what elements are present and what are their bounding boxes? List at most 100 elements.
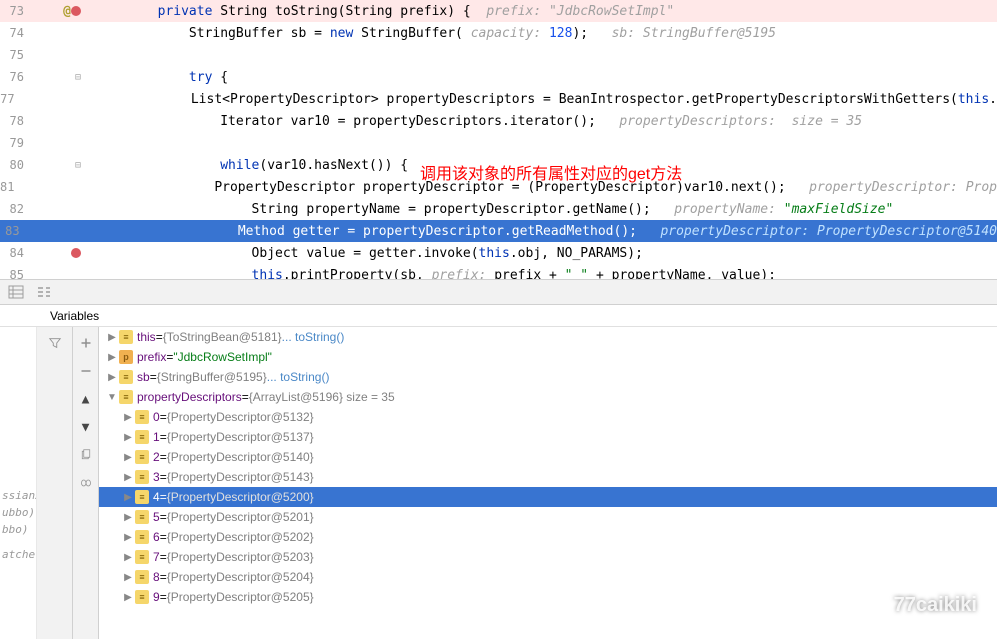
expander-icon[interactable]: ▶ <box>105 332 119 343</box>
variable-name: this <box>137 330 156 344</box>
code-content[interactable]: Object value = getter.invoke(this.obj, N… <box>85 246 997 261</box>
variable-value: {PropertyDescriptor@5205} <box>167 590 314 604</box>
variable-name: 8 <box>153 570 160 584</box>
code-line[interactable]: 83 Method getter = propertyDescriptor.ge… <box>0 220 997 242</box>
variable-value: {PropertyDescriptor@5140} <box>167 450 314 464</box>
variable-value: {ArrayList@5196} size = 35 <box>249 390 395 404</box>
tostring-link[interactable]: ... toString() <box>282 330 345 344</box>
code-line[interactable]: 82 String propertyName = propertyDescrip… <box>0 198 997 220</box>
line-number: 85 <box>0 268 30 280</box>
expander-icon[interactable]: ▶ <box>105 352 119 363</box>
gutter-icons[interactable]: ⊟ <box>30 72 85 83</box>
code-content[interactable]: this.printProperty(sb, prefix: prefix + … <box>85 268 997 281</box>
variable-row[interactable]: ▶≡0 = {PropertyDescriptor@5132} <box>99 407 997 427</box>
link-icon[interactable] <box>76 473 96 493</box>
remove-icon[interactable] <box>76 361 96 381</box>
type-badge-icon: ≡ <box>119 370 133 384</box>
fold-icon[interactable]: ⊟ <box>75 72 81 83</box>
fold-icon[interactable]: ⊟ <box>75 160 81 171</box>
expander-icon[interactable]: ▶ <box>121 452 135 463</box>
type-badge-icon: ≡ <box>119 330 133 344</box>
expander-icon[interactable]: ▶ <box>121 512 135 523</box>
type-badge-icon: ≡ <box>135 470 149 484</box>
code-line[interactable]: 74 StringBuffer sb = new StringBuffer( c… <box>0 22 997 44</box>
variable-row[interactable]: ▶≡2 = {PropertyDescriptor@5140} <box>99 447 997 467</box>
variable-row[interactable]: ▼≡propertyDescriptors = {ArrayList@5196}… <box>99 387 997 407</box>
code-content[interactable]: private String toString(String prefix) {… <box>85 4 997 19</box>
override-icon[interactable]: @ <box>63 4 71 19</box>
code-content[interactable]: Method getter = propertyDescriptor.getRe… <box>71 224 997 239</box>
code-line[interactable]: 78 Iterator var10 = propertyDescriptors.… <box>0 110 997 132</box>
code-content[interactable]: String propertyName = propertyDescriptor… <box>85 202 997 217</box>
code-line[interactable]: 76 ⊟ try { <box>0 66 997 88</box>
expander-icon[interactable]: ▶ <box>121 572 135 583</box>
expander-icon[interactable]: ▶ <box>121 552 135 563</box>
code-line[interactable]: 79 <box>0 132 997 154</box>
variable-row[interactable]: ▶≡4 = {PropertyDescriptor@5200} <box>99 487 997 507</box>
code-content[interactable]: StringBuffer sb = new StringBuffer( capa… <box>85 26 997 41</box>
expander-icon[interactable]: ▶ <box>121 492 135 503</box>
breakpoint-icon[interactable] <box>71 248 81 258</box>
expander-icon[interactable]: ▶ <box>121 412 135 423</box>
gutter-icons[interactable]: ⊟ <box>30 160 85 171</box>
variables-header: Variables <box>0 305 997 327</box>
expander-icon[interactable]: ▶ <box>121 532 135 543</box>
code-line[interactable]: 84 Object value = getter.invoke(this.obj… <box>0 242 997 264</box>
breakpoint-icon[interactable] <box>71 6 81 16</box>
watermark: 77caikiki <box>860 591 977 619</box>
code-line[interactable]: 75 <box>0 44 997 66</box>
down-icon[interactable]: ▼ <box>76 417 96 437</box>
line-number: 83 <box>0 224 26 238</box>
expander-icon[interactable]: ▶ <box>121 432 135 443</box>
variable-row[interactable]: ▶≡8 = {PropertyDescriptor@5204} <box>99 567 997 587</box>
expander-icon[interactable]: ▶ <box>121 592 135 603</box>
variable-row[interactable]: ▶≡5 = {PropertyDescriptor@5201} <box>99 507 997 527</box>
frame-item[interactable]: ssian2, <box>0 487 36 504</box>
variable-value: {PropertyDescriptor@5203} <box>167 550 314 564</box>
line-number: 78 <box>0 114 30 128</box>
code-content[interactable]: Iterator var10 = propertyDescriptors.ite… <box>85 114 997 129</box>
variable-row[interactable]: ▶≡6 = {PropertyDescriptor@5202} <box>99 527 997 547</box>
threads-icon[interactable] <box>36 284 52 300</box>
filter-icon[interactable] <box>45 333 65 353</box>
code-content[interactable]: try { <box>85 70 997 85</box>
add-icon[interactable] <box>76 333 96 353</box>
table-icon[interactable] <box>8 284 24 300</box>
line-number: 76 <box>0 70 30 84</box>
debug-panel: ssian2,ubbo)bbo)atcher, ▲ ▼ ▶≡this = {To… <box>0 327 997 639</box>
gutter-icons[interactable]: @ <box>30 4 85 19</box>
frame-item[interactable]: bbo) <box>0 521 36 538</box>
expander-icon[interactable]: ▼ <box>105 392 119 403</box>
line-number: 79 <box>0 136 30 150</box>
code-editor[interactable]: 73@ private String toString(String prefi… <box>0 0 997 280</box>
type-badge-icon: ≡ <box>135 550 149 564</box>
tostring-link[interactable]: ... toString() <box>267 370 330 384</box>
variable-name: 1 <box>153 430 160 444</box>
expander-icon[interactable]: ▶ <box>105 372 119 383</box>
variable-row[interactable]: ▶≡3 = {PropertyDescriptor@5143} <box>99 467 997 487</box>
variable-value: {PropertyDescriptor@5132} <box>167 410 314 424</box>
variable-name: 2 <box>153 450 160 464</box>
variables-title: Variables <box>50 309 99 323</box>
expander-icon[interactable]: ▶ <box>121 472 135 483</box>
up-icon[interactable]: ▲ <box>76 389 96 409</box>
variable-row[interactable]: ▶≡7 = {PropertyDescriptor@5203} <box>99 547 997 567</box>
code-line[interactable]: 77 List<PropertyDescriptor> propertyDesc… <box>0 88 997 110</box>
type-badge-icon: ≡ <box>135 570 149 584</box>
variable-name: 9 <box>153 590 160 604</box>
frame-item[interactable]: ubbo) <box>0 504 36 521</box>
variable-row[interactable]: ▶≡this = {ToStringBean@5181} ... toStrin… <box>99 327 997 347</box>
variable-row[interactable]: ▶≡sb = {StringBuffer@5195} ... toString(… <box>99 367 997 387</box>
code-content[interactable]: List<PropertyDescriptor> propertyDescrip… <box>56 92 997 107</box>
variable-row[interactable]: ▶≡1 = {PropertyDescriptor@5137} <box>99 427 997 447</box>
code-line[interactable]: 73@ private String toString(String prefi… <box>0 0 997 22</box>
frame-item[interactable]: atcher, <box>0 546 36 563</box>
gutter-icons[interactable] <box>30 248 85 258</box>
copy-icon[interactable] <box>76 445 96 465</box>
code-line[interactable]: 85 this.printProperty(sb, prefix: prefix… <box>0 264 997 280</box>
variable-row[interactable]: ▶pprefix = "JdbcRowSetImpl" <box>99 347 997 367</box>
frames-pane[interactable]: ssian2,ubbo)bbo) atcher, <box>0 327 37 639</box>
line-number: 74 <box>0 26 30 40</box>
variable-value: {PropertyDescriptor@5200} <box>167 490 314 504</box>
type-badge-icon: ≡ <box>135 430 149 444</box>
